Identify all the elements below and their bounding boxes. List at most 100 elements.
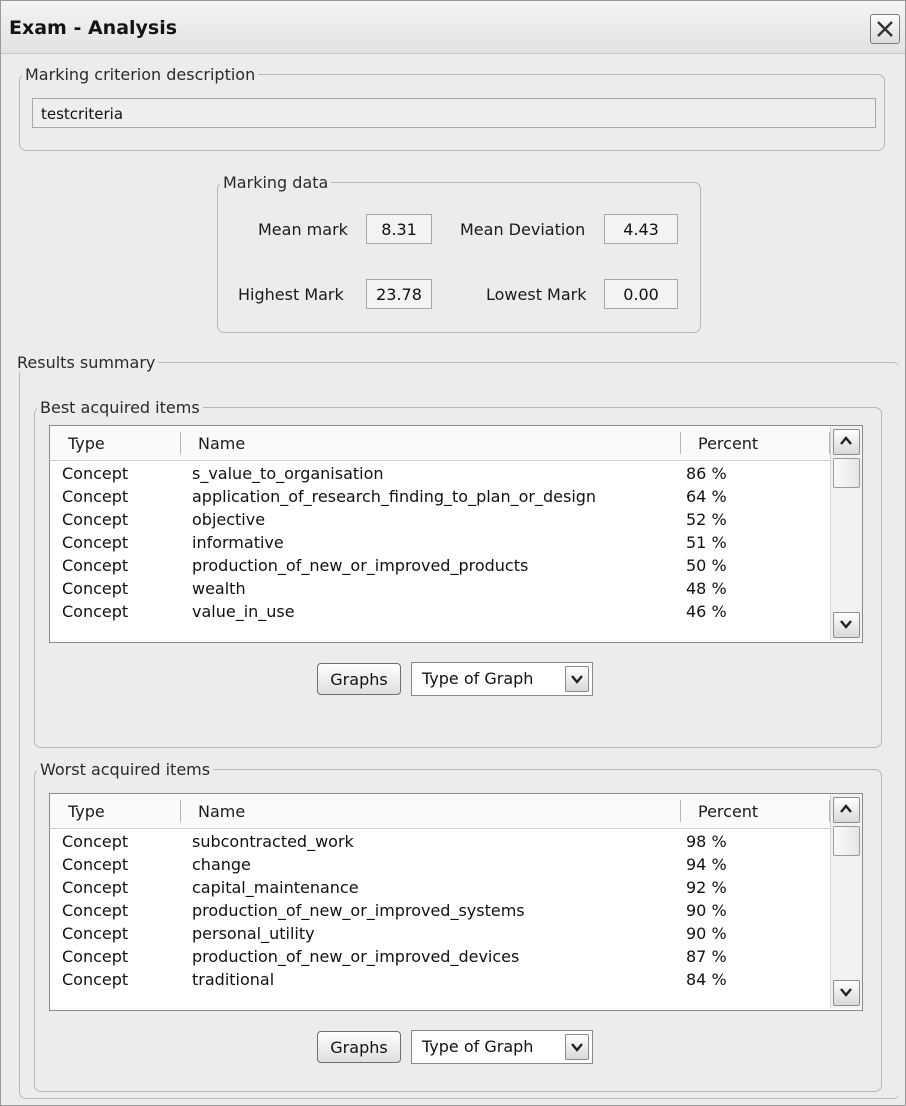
results-summary-group: Results summary Best acquired items Type… bbox=[17, 353, 900, 1099]
scroll-down-button[interactable] bbox=[833, 612, 860, 638]
cell-percent: 92 % bbox=[686, 878, 727, 897]
worst-graphs-button[interactable]: Graphs bbox=[317, 1031, 401, 1063]
cell-name: value_in_use bbox=[192, 602, 295, 621]
mean-deviation-value: 4.43 bbox=[604, 214, 678, 244]
scroll-thumb[interactable] bbox=[833, 826, 860, 856]
cell-name: application_of_research_finding_to_plan_… bbox=[192, 487, 597, 506]
arrow-down-icon bbox=[840, 988, 852, 997]
table-row[interactable]: Concept production_of_new_or_improved_sy… bbox=[50, 899, 830, 922]
worst-items-table[interactable]: Type Name Percent Concept subcontracted_… bbox=[49, 793, 863, 1011]
scroll-up-button[interactable] bbox=[833, 797, 860, 823]
cell-type: Concept bbox=[62, 464, 129, 483]
worst-items-group: Worst acquired items Type Name Percent C… bbox=[34, 760, 882, 1092]
cell-name: production_of_new_or_improved_systems bbox=[192, 901, 525, 920]
mean-deviation-label: Mean Deviation bbox=[460, 220, 586, 239]
cell-type: Concept bbox=[62, 878, 129, 897]
cell-name: informative bbox=[192, 533, 284, 552]
table-row[interactable]: Concept application_of_research_finding_… bbox=[50, 485, 830, 508]
mean-mark-value: 8.31 bbox=[366, 214, 432, 244]
table-row[interactable]: Concept s_value_to_organisation 86 % bbox=[50, 462, 830, 485]
table-row[interactable]: Concept subcontracted_work 98 % bbox=[50, 830, 830, 853]
cell-type: Concept bbox=[62, 855, 129, 874]
marking-data-group: Marking data Mean mark 8.31 Mean Deviati… bbox=[217, 173, 701, 333]
table-row[interactable]: Concept value_in_use 46 % bbox=[50, 600, 830, 623]
cell-name: personal_utility bbox=[192, 924, 315, 943]
cell-type: Concept bbox=[62, 487, 129, 506]
table-row[interactable]: Concept capital_maintenance 92 % bbox=[50, 876, 830, 899]
table-row[interactable]: Concept production_of_new_or_improved_de… bbox=[50, 945, 830, 968]
cell-name: change bbox=[192, 855, 251, 874]
cell-percent: 90 % bbox=[686, 924, 727, 943]
table-row[interactable]: Concept traditional 84 % bbox=[50, 968, 830, 991]
best-items-legend: Best acquired items bbox=[40, 398, 200, 417]
best-graph-type-select[interactable]: Type of Graph bbox=[411, 662, 593, 696]
mean-mark-label: Mean mark bbox=[258, 220, 348, 239]
column-header-name[interactable]: Name bbox=[198, 802, 245, 821]
table-row[interactable]: Concept informative 51 % bbox=[50, 531, 830, 554]
column-header-type[interactable]: Type bbox=[68, 434, 105, 453]
cell-type: Concept bbox=[62, 901, 129, 920]
table-row[interactable]: Concept wealth 48 % bbox=[50, 577, 830, 600]
table-header: Type Name Percent bbox=[50, 794, 830, 829]
cell-percent: 52 % bbox=[686, 510, 727, 529]
highest-mark-value: 23.78 bbox=[366, 279, 432, 309]
cell-percent: 94 % bbox=[686, 855, 727, 874]
cell-type: Concept bbox=[62, 947, 129, 966]
vertical-scrollbar[interactable] bbox=[830, 794, 862, 1008]
title-bar: Exam - Analysis bbox=[1, 1, 905, 54]
table-header: Type Name Percent bbox=[50, 426, 830, 461]
cell-name: capital_maintenance bbox=[192, 878, 359, 897]
worst-items-legend: Worst acquired items bbox=[40, 760, 211, 779]
criterion-legend: Marking criterion description bbox=[25, 65, 256, 84]
cell-percent: 50 % bbox=[686, 556, 727, 575]
scroll-thumb[interactable] bbox=[833, 458, 860, 488]
best-graphs-button[interactable]: Graphs bbox=[317, 663, 401, 695]
cell-type: Concept bbox=[62, 924, 129, 943]
graph-type-value: Type of Graph bbox=[422, 669, 534, 688]
vertical-scrollbar[interactable] bbox=[830, 426, 862, 640]
cell-type: Concept bbox=[62, 533, 129, 552]
graph-type-value: Type of Graph bbox=[422, 1037, 534, 1056]
criterion-group: Marking criterion description testcriter… bbox=[19, 65, 885, 151]
lowest-mark-label: Lowest Mark bbox=[486, 285, 587, 304]
cell-percent: 86 % bbox=[686, 464, 727, 483]
cell-name: traditional bbox=[192, 970, 275, 989]
dropdown-button[interactable] bbox=[565, 666, 589, 692]
cell-name: production_of_new_or_improved_devices bbox=[192, 947, 520, 966]
scroll-up-button[interactable] bbox=[833, 429, 860, 455]
cell-percent: 51 % bbox=[686, 533, 727, 552]
cell-percent: 98 % bbox=[686, 832, 727, 851]
results-summary-legend: Results summary bbox=[17, 353, 156, 372]
column-header-percent[interactable]: Percent bbox=[698, 802, 758, 821]
table-row[interactable]: Concept production_of_new_or_improved_pr… bbox=[50, 554, 830, 577]
close-icon bbox=[877, 21, 893, 37]
column-header-type[interactable]: Type bbox=[68, 802, 105, 821]
cell-percent: 87 % bbox=[686, 947, 727, 966]
dropdown-button[interactable] bbox=[565, 1034, 589, 1060]
chevron-down-icon bbox=[571, 1043, 583, 1052]
table-row[interactable]: Concept change 94 % bbox=[50, 853, 830, 876]
window-title: Exam - Analysis bbox=[9, 17, 178, 39]
worst-graph-type-select[interactable]: Type of Graph bbox=[411, 1030, 593, 1064]
cell-name: subcontracted_work bbox=[192, 832, 354, 851]
arrow-down-icon bbox=[840, 620, 852, 629]
highest-mark-label: Highest Mark bbox=[238, 285, 344, 304]
close-button[interactable] bbox=[870, 14, 900, 44]
best-items-group: Best acquired items Type Name Percent Co… bbox=[34, 398, 882, 748]
cell-percent: 46 % bbox=[686, 602, 727, 621]
best-items-table[interactable]: Type Name Percent Concept s_value_to_org… bbox=[49, 425, 863, 643]
cell-name: objective bbox=[192, 510, 266, 529]
cell-type: Concept bbox=[62, 579, 129, 598]
cell-name: s_value_to_organisation bbox=[192, 464, 384, 483]
criterion-description-field: testcriteria bbox=[32, 98, 876, 128]
table-row[interactable]: Concept objective 52 % bbox=[50, 508, 830, 531]
cell-type: Concept bbox=[62, 510, 129, 529]
scroll-down-button[interactable] bbox=[833, 980, 860, 1006]
column-header-percent[interactable]: Percent bbox=[698, 434, 758, 453]
cell-type: Concept bbox=[62, 556, 129, 575]
column-header-name[interactable]: Name bbox=[198, 434, 245, 453]
cell-percent: 48 % bbox=[686, 579, 727, 598]
chevron-down-icon bbox=[571, 675, 583, 684]
table-row[interactable]: Concept personal_utility 90 % bbox=[50, 922, 830, 945]
cell-type: Concept bbox=[62, 832, 129, 851]
